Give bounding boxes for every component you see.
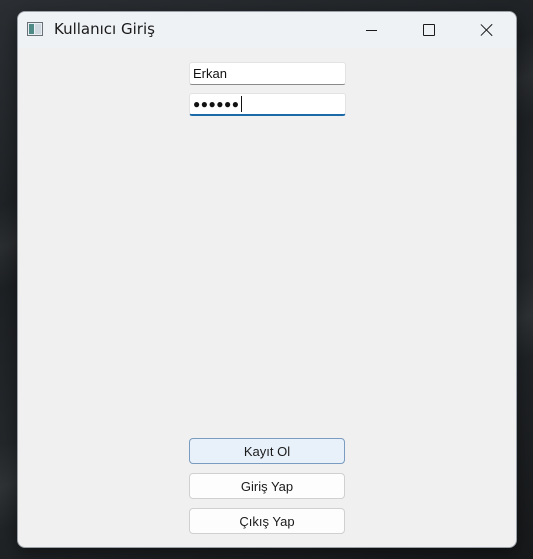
minimize-icon bbox=[365, 29, 377, 31]
login-window: Kullanıcı Giriş ●●●●●● Kayıt Ol Giriş Ya… bbox=[17, 11, 517, 548]
username-input[interactable] bbox=[189, 62, 346, 85]
exit-button[interactable]: Çıkış Yap bbox=[189, 508, 345, 534]
title-bar[interactable]: Kullanıcı Giriş bbox=[18, 12, 516, 48]
close-icon bbox=[480, 23, 494, 37]
app-window-icon bbox=[27, 22, 43, 36]
window-title: Kullanıcı Giriş bbox=[54, 20, 155, 38]
password-input[interactable]: ●●●●●● bbox=[189, 93, 346, 116]
text-caret bbox=[240, 96, 242, 112]
login-button[interactable]: Giriş Yap bbox=[189, 473, 345, 499]
maximize-icon bbox=[423, 24, 435, 36]
register-button[interactable]: Kayıt Ol bbox=[189, 438, 345, 464]
maximize-button[interactable] bbox=[400, 12, 458, 48]
close-button[interactable] bbox=[458, 12, 516, 48]
minimize-button[interactable] bbox=[342, 12, 400, 48]
password-mask: ●●●●●● bbox=[193, 97, 240, 111]
